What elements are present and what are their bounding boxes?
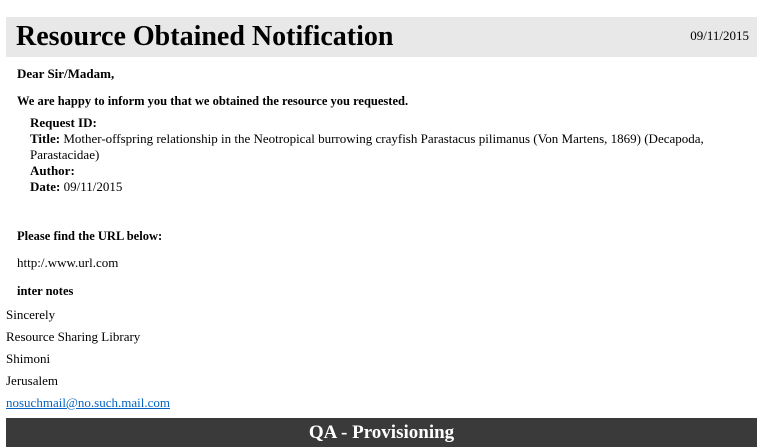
signature-closing: Sincerely (6, 307, 56, 322)
signature-library: Resource Sharing Library (6, 329, 141, 344)
url-heading: Please find the URL below: (17, 229, 163, 243)
resource-url: http:/.www.url.com (17, 255, 119, 270)
notes-text: inter notes (17, 284, 74, 298)
signature-city: Jerusalem (6, 373, 58, 388)
request-details: Request ID: Title: Mother-offspring rela… (30, 115, 750, 195)
email-link[interactable]: nosuchmail@no.such.mail.com (6, 395, 170, 411)
intro-text: We are happy to inform you that we obtai… (17, 94, 409, 108)
request-id-label: Request ID: (30, 115, 97, 130)
page-title: Resource Obtained Notification (16, 21, 394, 52)
notification-page: { "header": { "title": "Resource Obtaine… (0, 0, 757, 447)
footer-bar: QA - Provisioning (6, 418, 757, 447)
notification-header: Resource Obtained Notification 09/11/201… (6, 17, 757, 57)
title-value: Mother-offspring relationship in the Neo… (30, 131, 704, 162)
signature-name: Shimoni (6, 351, 51, 366)
header-date: 09/11/2015 (690, 28, 749, 43)
title-label: Title: (30, 131, 61, 146)
author-label: Author: (30, 163, 75, 178)
date-value: 09/11/2015 (63, 179, 123, 194)
footer-label: QA - Provisioning (308, 422, 455, 443)
date-label: Date: (30, 179, 61, 194)
greeting: Dear Sir/Madam, (17, 66, 115, 81)
